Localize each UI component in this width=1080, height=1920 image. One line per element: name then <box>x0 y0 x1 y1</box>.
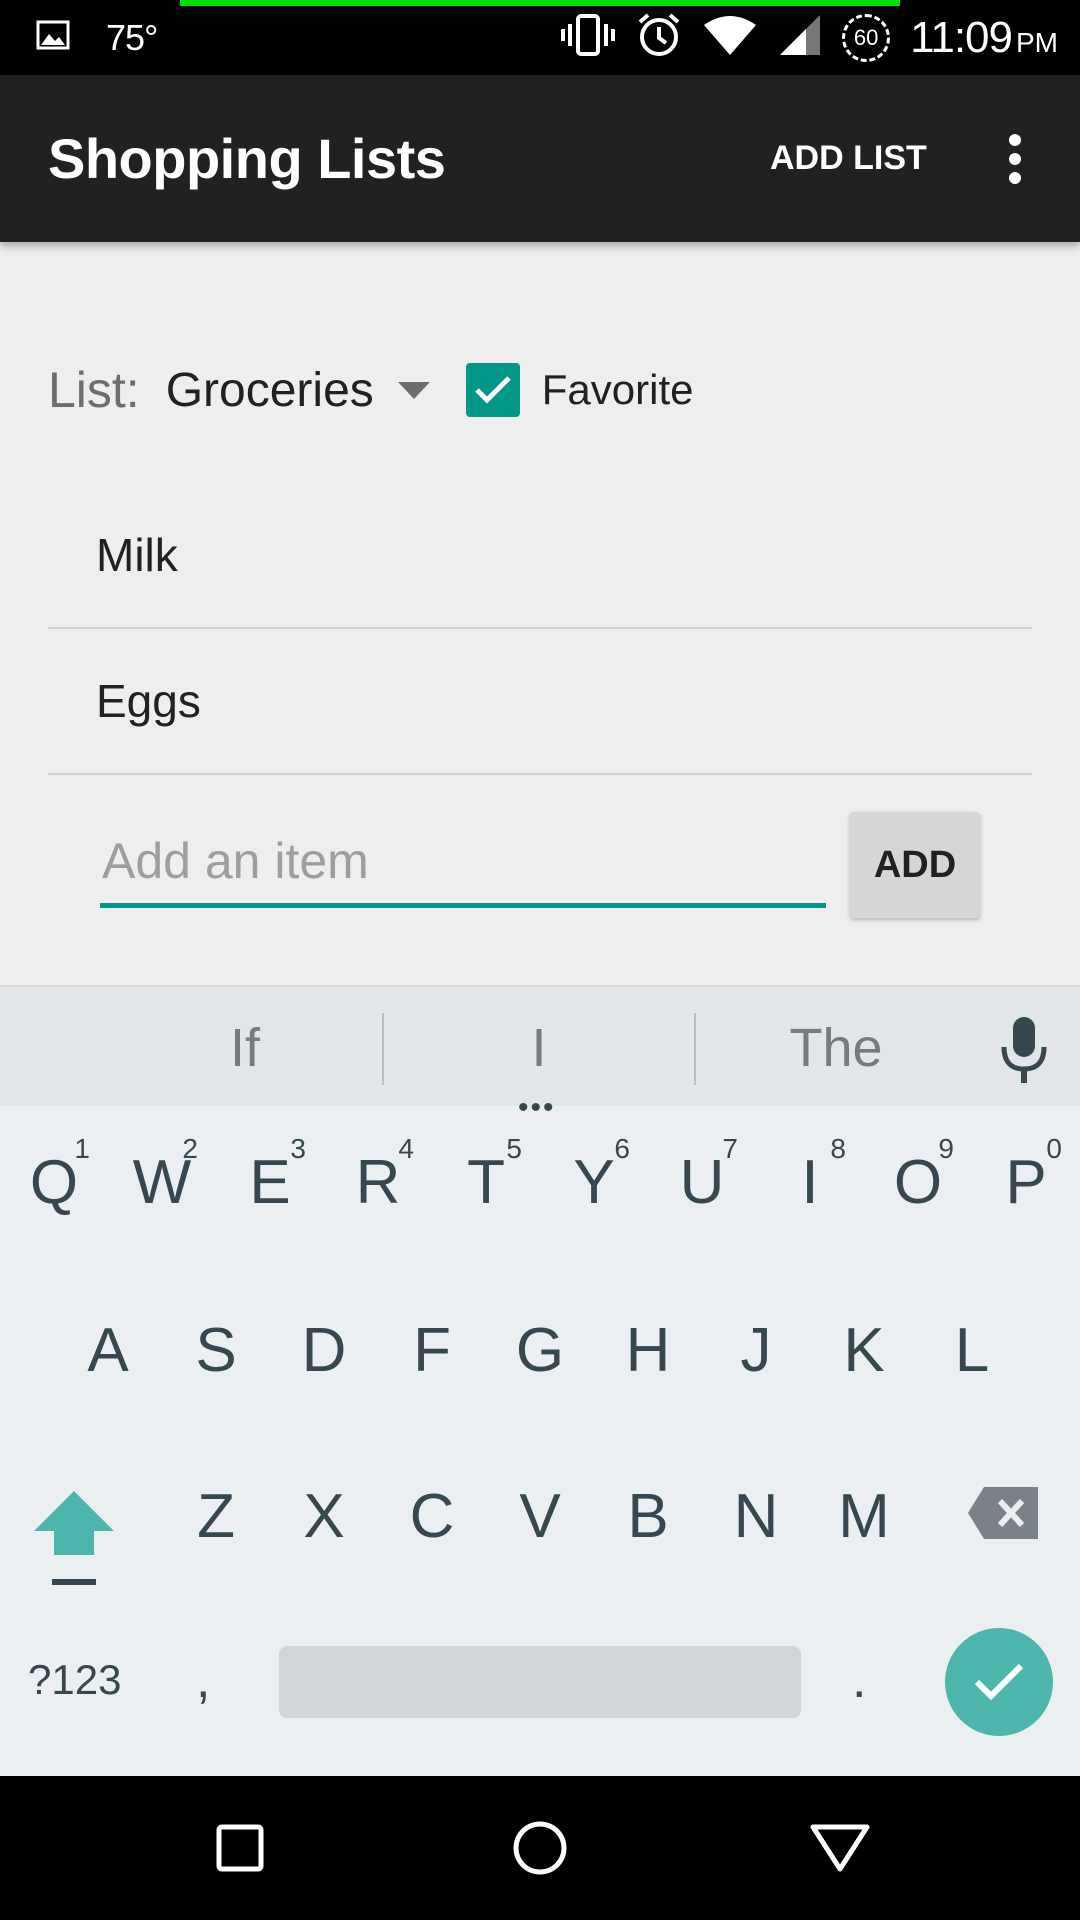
gallery-icon <box>36 20 70 55</box>
key-hint: 7 <box>722 1133 738 1164</box>
key-hint: 2 <box>182 1133 198 1164</box>
clock-time: 11:09 <box>910 12 1013 62</box>
key-y[interactable]: Y6 <box>540 1107 648 1257</box>
list-item[interactable]: Eggs <box>48 629 1032 775</box>
key-hint: 1 <box>74 1133 90 1164</box>
key-a[interactable]: A <box>54 1275 162 1425</box>
key-e[interactable]: E3 <box>216 1107 324 1257</box>
key-v[interactable]: V <box>486 1441 594 1591</box>
dropdown-arrow-icon[interactable] <box>397 381 430 399</box>
key-d[interactable]: D <box>270 1275 378 1425</box>
suggestion-right[interactable]: The <box>696 987 976 1108</box>
temperature: 75° <box>106 16 158 58</box>
key-label: R <box>355 1147 401 1217</box>
more-vert-icon[interactable] <box>990 75 1040 242</box>
key-f[interactable]: F <box>378 1275 486 1425</box>
battery-saver-icon: 60 <box>842 13 891 62</box>
key-u[interactable]: U7 <box>648 1107 756 1257</box>
vibrate-icon <box>560 13 616 62</box>
key-b[interactable]: B <box>594 1441 702 1591</box>
key-c[interactable]: C <box>378 1441 486 1591</box>
period-key[interactable]: . <box>852 1605 866 1755</box>
key-hint: 3 <box>290 1133 306 1164</box>
key-i[interactable]: I8 <box>756 1107 864 1257</box>
key-label: I <box>801 1147 819 1217</box>
key-k[interactable]: K <box>810 1275 918 1425</box>
favorite-label[interactable]: Favorite <box>542 366 694 414</box>
clock-ampm: PM <box>1016 26 1058 58</box>
key-hint: 9 <box>938 1133 954 1164</box>
key-x[interactable]: X <box>270 1441 378 1591</box>
key-hint: 0 <box>1046 1133 1062 1164</box>
mic-icon[interactable] <box>996 1015 1052 1085</box>
soft-keyboard: If I ••• The Q1 W2 E3 R4 T5 Y6 U7 I8 O9 … <box>0 985 1080 1776</box>
add-list-button[interactable]: ADD LIST <box>770 75 927 242</box>
home-icon[interactable] <box>480 1776 600 1920</box>
key-hint: 4 <box>398 1133 414 1164</box>
key-r[interactable]: R4 <box>324 1107 432 1257</box>
list-item[interactable]: Milk <box>48 483 1032 629</box>
add-item-button[interactable]: ADD <box>850 812 980 918</box>
check-icon <box>474 376 511 404</box>
key-hint: 6 <box>614 1133 630 1164</box>
key-hint: 8 <box>830 1133 846 1164</box>
suggestion-left[interactable]: If <box>100 987 390 1108</box>
suggestion-center[interactable]: I <box>384 987 694 1108</box>
wifi-icon <box>702 13 758 62</box>
key-z[interactable]: Z <box>162 1441 270 1591</box>
list-spinner[interactable]: Groceries <box>166 363 374 418</box>
key-s[interactable]: S <box>162 1275 270 1425</box>
key-label: U <box>679 1147 725 1217</box>
list-selector-row: List: Groceries Favorite <box>48 350 693 430</box>
key-o[interactable]: O9 <box>864 1107 972 1257</box>
suggestion-strip: If I ••• The <box>0 985 1080 1123</box>
signal-icon <box>778 13 822 62</box>
app-bar: Shopping Lists ADD LIST <box>0 75 1080 242</box>
symbols-key[interactable]: ?123 <box>28 1605 121 1755</box>
clock: 11:09 PM <box>910 13 1058 63</box>
key-j[interactable]: J <box>702 1275 810 1425</box>
alarm-icon <box>636 12 682 63</box>
key-n[interactable]: N <box>702 1441 810 1591</box>
recents-icon[interactable] <box>180 1776 300 1920</box>
key-h[interactable]: H <box>594 1275 702 1425</box>
comma-key[interactable]: , <box>196 1605 210 1755</box>
key-label: O <box>893 1147 943 1217</box>
enter-check-icon[interactable] <box>945 1628 1053 1736</box>
key-q[interactable]: Q1 <box>0 1107 108 1257</box>
list-label: List: <box>48 362 140 418</box>
back-icon[interactable] <box>780 1776 900 1920</box>
navigation-bar <box>0 1776 1080 1920</box>
key-label: P <box>1005 1147 1047 1217</box>
item-name: Eggs <box>96 675 201 727</box>
key-g[interactable]: G <box>486 1275 594 1425</box>
favorite-checkbox[interactable] <box>465 363 520 417</box>
key-m[interactable]: M <box>810 1441 918 1591</box>
key-label: Y <box>573 1147 615 1217</box>
key-l[interactable]: L <box>918 1275 1026 1425</box>
item-name: Milk <box>96 529 178 581</box>
key-w[interactable]: W2 <box>108 1107 216 1257</box>
key-label: Q <box>29 1147 79 1217</box>
key-p[interactable]: P0 <box>972 1107 1080 1257</box>
backspace-icon[interactable] <box>966 1483 1042 1543</box>
key-label: T <box>467 1147 505 1217</box>
key-label: E <box>249 1147 291 1217</box>
space-bar[interactable] <box>279 1646 801 1718</box>
page-title: Shopping Lists <box>48 127 446 190</box>
status-bar: 75° 60 11:09 PM <box>0 0 1080 75</box>
shift-icon[interactable] <box>28 1485 120 1595</box>
key-hint: 5 <box>506 1133 522 1164</box>
key-t[interactable]: T5 <box>432 1107 540 1257</box>
add-item-input[interactable] <box>100 818 826 908</box>
